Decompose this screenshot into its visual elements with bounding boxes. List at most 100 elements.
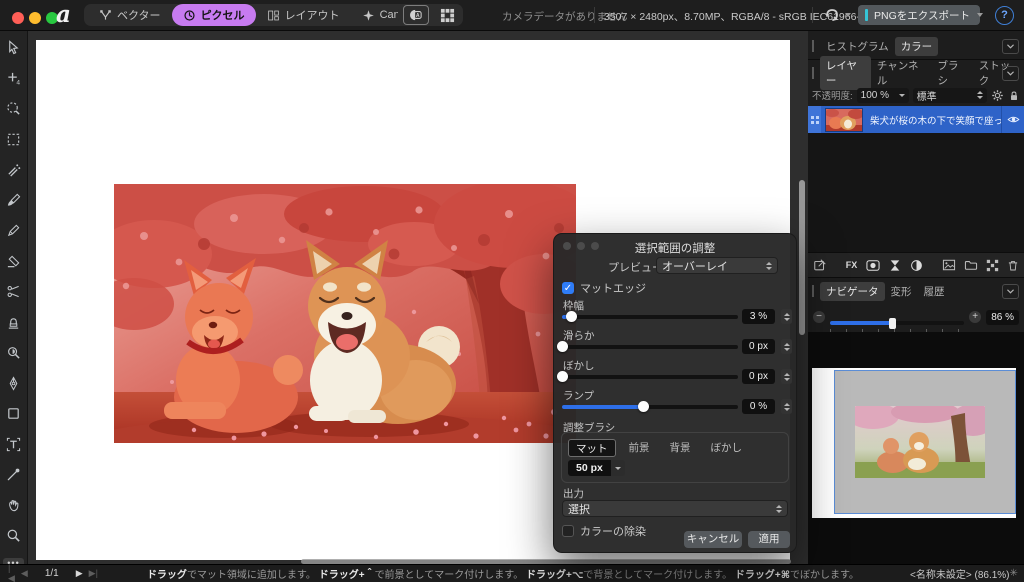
brush-size-value[interactable]: 50 px: [568, 460, 611, 476]
ramp-stepper[interactable]: [781, 399, 792, 414]
edit-mask-icon[interactable]: [813, 258, 827, 272]
smart-erase-brush-tool-button[interactable]: [5, 253, 22, 270]
blend-mode-dropdown[interactable]: 標準: [913, 88, 987, 103]
zoom-out-button[interactable]: −: [813, 311, 825, 323]
navigator-preview[interactable]: [808, 332, 1024, 565]
feather-value[interactable]: 0 px: [742, 369, 775, 384]
layer-row[interactable]: 柴犬が桜の木の下で笑顔で座っている、春…: [808, 106, 1024, 133]
export-dropdown-caret[interactable]: [977, 13, 983, 17]
smooth-slider[interactable]: [562, 345, 738, 349]
slider-thumb[interactable]: [566, 311, 577, 322]
studio-presets-button[interactable]: [440, 8, 455, 23]
trash-icon[interactable]: [1007, 259, 1019, 272]
selection-brush-tool-button[interactable]: [5, 100, 22, 117]
gesture-dropdown-caret[interactable]: [845, 13, 851, 17]
tab-histogram[interactable]: ヒストグラム: [820, 37, 895, 56]
pixel-pencil-tool-button[interactable]: [5, 222, 22, 239]
new-group-folder-icon[interactable]: [964, 259, 978, 271]
dodge-burn-tool-button[interactable]: [5, 344, 22, 361]
cancel-button[interactable]: キャンセル: [684, 531, 742, 548]
paint-brush-tool-button[interactable]: [5, 192, 22, 209]
first-page-button[interactable]: |◀: [8, 563, 15, 582]
window-minimize-button[interactable]: [29, 12, 41, 24]
adjustment-icon[interactable]: [889, 259, 901, 272]
hand-gesture-button[interactable]: [824, 7, 840, 23]
zoom-slider-thumb[interactable]: [889, 318, 896, 329]
persona-layout-button[interactable]: レイアウト: [256, 4, 351, 26]
document-image[interactable]: [114, 184, 576, 443]
persona-pixel-button[interactable]: ピクセル: [172, 4, 256, 26]
tab-transform[interactable]: 変形: [885, 282, 918, 301]
feather-stepper[interactable]: [781, 369, 792, 384]
export-png-button[interactable]: PNGをエクスポート: [858, 5, 980, 25]
pattern-icon[interactable]: [986, 259, 999, 272]
view-hand-tool-button[interactable]: [5, 497, 22, 514]
ramp-value[interactable]: 0 %: [742, 399, 775, 414]
persona-vector-button[interactable]: ベクター: [88, 4, 172, 26]
vertical-scrollbar[interactable]: [799, 180, 805, 335]
panel-drag-handle[interactable]: [812, 285, 814, 297]
last-page-button[interactable]: ▶|: [89, 568, 98, 579]
preview-dropdown[interactable]: オーバーレイ: [656, 257, 778, 274]
next-page-button[interactable]: ▶: [76, 568, 83, 579]
mask-icon[interactable]: [866, 259, 880, 272]
slider-thumb[interactable]: [557, 341, 568, 352]
frame-text-tool-button[interactable]: [5, 436, 22, 453]
decontaminate-color-checkbox[interactable]: [562, 525, 574, 537]
tab-channels[interactable]: チャンネル: [871, 56, 932, 90]
panel-drag-handle[interactable]: [812, 40, 814, 52]
panel-collapse-button[interactable]: [1002, 284, 1019, 299]
tab-layers[interactable]: レイヤー: [820, 56, 871, 90]
pen-tool-button[interactable]: [5, 375, 22, 392]
brush-mode-feather-button[interactable]: ぼかし: [704, 439, 750, 455]
move-tool-button[interactable]: [5, 39, 22, 56]
ramp-slider[interactable]: [562, 405, 738, 409]
panel-collapse-button[interactable]: [1002, 39, 1019, 54]
live-filter-icon[interactable]: [910, 259, 923, 272]
border-width-value[interactable]: 3 %: [742, 309, 775, 324]
selection-refine-brush-tool-button[interactable]: [5, 283, 22, 300]
previous-page-button[interactable]: ◀: [21, 568, 28, 579]
slider-thumb[interactable]: [638, 401, 649, 412]
flood-select-tool-button[interactable]: [5, 161, 22, 178]
tab-history[interactable]: 履歴: [918, 282, 951, 301]
tab-navigator[interactable]: ナビゲータ: [820, 282, 885, 301]
clone-stamp-tool-button[interactable]: [5, 314, 22, 331]
marquee-tool-button[interactable]: [5, 131, 22, 148]
layer-name[interactable]: 柴犬が桜の木の下で笑顔で座っている、春…: [870, 113, 1001, 127]
gear-icon[interactable]: [991, 89, 1004, 102]
brush-mode-background-button[interactable]: 背景: [663, 439, 698, 455]
color-picker-tool-button[interactable]: [5, 466, 22, 483]
output-dropdown[interactable]: 選択: [562, 500, 788, 517]
matte-edge-checkbox[interactable]: ✓: [562, 282, 574, 294]
opacity-dropdown[interactable]: 100 %: [857, 88, 909, 103]
lock-icon[interactable]: [1008, 89, 1020, 102]
svg-text:A: A: [416, 13, 420, 19]
border-width-stepper[interactable]: [781, 309, 792, 324]
apply-button[interactable]: 適用: [748, 531, 790, 548]
new-image-icon[interactable]: [942, 259, 956, 271]
brush-mode-matte-button[interactable]: マット: [568, 439, 616, 457]
zoom-in-button[interactable]: +: [969, 311, 981, 323]
zoom-percentage-value[interactable]: 86 %: [986, 310, 1019, 325]
brush-size-caret[interactable]: [611, 460, 625, 476]
brush-mode-foreground-button[interactable]: 前景: [622, 439, 657, 455]
help-button[interactable]: ?: [995, 6, 1014, 25]
tab-brushes[interactable]: ブラシ: [932, 56, 973, 90]
node-tool-button[interactable]: 4: [5, 70, 22, 87]
layer-visibility-toggle[interactable]: [1002, 114, 1024, 125]
panel-drag-handle[interactable]: [812, 67, 814, 79]
feather-slider[interactable]: [562, 375, 738, 379]
layers-list-empty-area[interactable]: [808, 133, 1024, 252]
smooth-stepper[interactable]: [781, 339, 792, 354]
tab-color[interactable]: カラー: [895, 37, 939, 56]
fx-icon[interactable]: FX: [846, 260, 858, 270]
shape-tool-button[interactable]: [5, 405, 22, 422]
slider-thumb[interactable]: [557, 371, 568, 382]
assistant-button[interactable]: A: [403, 5, 429, 25]
panel-collapse-button[interactable]: [1002, 66, 1019, 81]
border-width-slider[interactable]: [562, 315, 738, 319]
window-close-button[interactable]: [12, 12, 24, 24]
smooth-value[interactable]: 0 px: [742, 339, 775, 354]
zoom-tool-button[interactable]: [5, 527, 22, 544]
